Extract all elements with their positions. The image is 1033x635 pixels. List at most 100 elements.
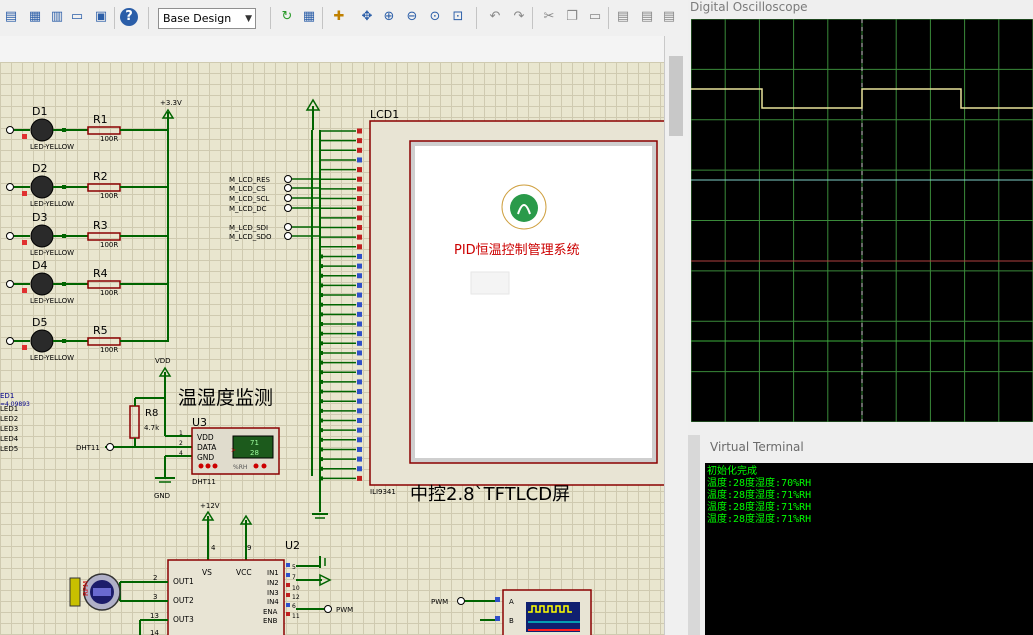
u3-label: U3 — [192, 416, 207, 429]
pwm-net2-label: PWM — [431, 598, 448, 606]
vdd-label: VDD — [155, 357, 171, 365]
component-icon[interactable]: ▦ — [26, 8, 44, 26]
resistor-ref-label: R4 — [93, 267, 108, 280]
resistor-value-label: 100R — [100, 346, 118, 354]
refresh-icon[interactable]: ↻ — [278, 8, 296, 26]
u2-label: U2 — [285, 539, 300, 552]
r8-label: R8 — [145, 408, 158, 419]
zoom-out-icon[interactable]: ⊖ — [403, 8, 421, 26]
led-ref-label: D1 — [32, 105, 47, 118]
dht-net-label: DHT11 — [76, 444, 100, 452]
svg-text:10: 10 — [292, 585, 300, 592]
lcd-net-group: M_LCD_RESM_LCD_CS M_LCD_SCL M_LCD_DC M_LCD_… — [229, 175, 320, 241]
terminal-line: 温度:28度湿度:70%RH — [707, 478, 812, 489]
resistor — [87, 183, 121, 192]
paste-icon[interactable]: ▭ — [586, 8, 604, 26]
svg-text:OUT3: OUT3 — [173, 615, 194, 624]
origin-icon[interactable]: ✚ — [330, 8, 348, 26]
oscilloscope-title: Digital Oscilloscope — [690, 0, 808, 14]
led-icon — [30, 118, 54, 142]
resistor — [87, 232, 121, 241]
design-explorer-icon[interactable]: ▣ — [92, 8, 110, 26]
led-ref-label: D4 — [32, 259, 47, 272]
led-type-label: LED-YELLOW — [30, 297, 74, 305]
lcd-net-label: M_LCD_CS — [229, 185, 266, 193]
redo-icon[interactable]: ↷ — [510, 8, 528, 26]
block-rotate-icon[interactable]: ▤ — [660, 8, 678, 26]
resistor-ref-label: R2 — [93, 170, 108, 183]
svg-text:B: B — [509, 617, 514, 625]
led-ref-label: D2 — [32, 162, 47, 175]
svg-text:IN1: IN1 — [267, 569, 279, 577]
zoom-area-icon[interactable]: ⊡ — [449, 8, 467, 26]
channel-a-trace — [691, 88, 1033, 109]
main-toolbar: ▤ ▦ ▥ ▭ ▣ ? Base Design ▼ ↻ ▦ ✚ ✥ ⊕ ⊖ ⊙ ⊡… — [0, 0, 688, 37]
svg-text:5: 5 — [292, 564, 296, 571]
svg-text:VCC: VCC — [236, 568, 252, 577]
svg-text:9: 9 — [247, 544, 251, 552]
led-icon — [30, 329, 54, 353]
resistor — [87, 126, 121, 135]
logo-icon — [510, 194, 538, 222]
new-file-icon[interactable]: ▤ — [2, 8, 20, 26]
scrollbar-thumb[interactable] — [669, 56, 683, 136]
chevron-down-icon: ▼ — [245, 14, 252, 24]
gerber-icon[interactable]: ▭ — [68, 8, 86, 26]
block-copy-icon[interactable]: ▤ — [614, 8, 632, 26]
led-type-label: LED-YELLOW — [30, 200, 74, 208]
help-icon[interactable]: ? — [120, 8, 138, 26]
zoom-in-icon[interactable]: ⊕ — [380, 8, 398, 26]
block-move-icon[interactable]: ▤ — [638, 8, 656, 26]
svg-text:%RH: %RH — [233, 464, 247, 471]
cut-icon[interactable]: ✂ — [540, 8, 558, 26]
gnd-label: GND — [154, 492, 170, 500]
led-type-label: LED-YELLOW — [30, 143, 74, 151]
grid-icon[interactable]: ▦ — [300, 8, 318, 26]
lcd-net-label: M_LCD_RES — [229, 176, 271, 184]
undo-icon[interactable]: ↶ — [486, 8, 504, 26]
pan-icon[interactable]: ✥ — [358, 8, 376, 26]
lcd-net-label: M_LCD_DC — [229, 205, 267, 213]
svg-text:>: > — [231, 447, 236, 454]
bom-icon[interactable]: ▥ — [48, 8, 66, 26]
oscilloscope-screen — [690, 18, 1033, 423]
schematic-canvas[interactable]: D1 LED-YELLOW R1 100R D2 LED-YELLOW R2 100R D3 LE… — [0, 62, 688, 635]
terminal-line: 温度:28度湿度:71%RH — [707, 514, 812, 525]
svg-text:ENA: ENA — [263, 608, 278, 616]
design-select[interactable]: Base Design ▼ — [158, 8, 256, 29]
led-icon — [30, 272, 54, 296]
led-group: D1 LED-YELLOW R1 100R D2 LED-YELLOW R2 100R D3 LE… — [6, 105, 168, 362]
supply-12v-label: +12V — [200, 502, 220, 510]
svg-text:IN2: IN2 — [267, 579, 279, 587]
terminal-line: 温度:28度湿度:71%RH — [707, 502, 812, 513]
pwm-net-label: PWM — [336, 606, 353, 614]
svg-text:LED2: LED2 — [0, 415, 18, 423]
svg-text:2: 2 — [179, 440, 183, 447]
svg-text:IN4: IN4 — [267, 598, 279, 606]
svg-text:ENB: ENB — [263, 617, 278, 625]
supply-3v3-label: +3.3V — [160, 99, 182, 107]
svg-text:GND: GND — [197, 453, 214, 462]
r8-value: 4.7k — [144, 424, 160, 432]
design-select-value: Base Design — [163, 12, 232, 25]
virtual-terminal-window[interactable]: Virtual Terminal 初始化完成 温度:28度湿度:70%RH 温度… — [700, 435, 1033, 635]
zoom-all-icon[interactable]: ⊙ — [426, 8, 444, 26]
svg-text:71: 71 — [250, 439, 259, 447]
svg-text:LED3: LED3 — [0, 425, 18, 433]
lcd-ref-label: LCD1 — [370, 108, 399, 121]
oscilloscope-window[interactable]: Digital Oscilloscope — [688, 0, 1033, 423]
resistor-value-label: 100R — [100, 289, 118, 297]
resistor-value-label: 100R — [100, 192, 118, 200]
schematic-scrollbar[interactable] — [664, 36, 689, 635]
temp-humidity-title: 温湿度监测 — [178, 387, 273, 409]
svg-text:14: 14 — [150, 629, 159, 635]
terminal-line: 初始化完成 — [707, 466, 757, 477]
terminal-line: 温度:28度湿度:71%RH — [707, 490, 812, 501]
schematic-drawing: D1 LED-YELLOW R1 100R D2 LED-YELLOW R2 100R D3 LE… — [0, 98, 664, 635]
terminal-title: Virtual Terminal — [710, 440, 804, 454]
led-type-label: LED-YELLOW — [30, 354, 74, 362]
terminal-screen[interactable]: 初始化完成 温度:28度湿度:70%RH 温度:28度湿度:71%RH 温度:2… — [705, 463, 1033, 635]
svg-text:IN3: IN3 — [267, 589, 279, 597]
svg-text:LED5: LED5 — [0, 445, 18, 453]
copy-icon[interactable]: ❐ — [563, 8, 581, 26]
